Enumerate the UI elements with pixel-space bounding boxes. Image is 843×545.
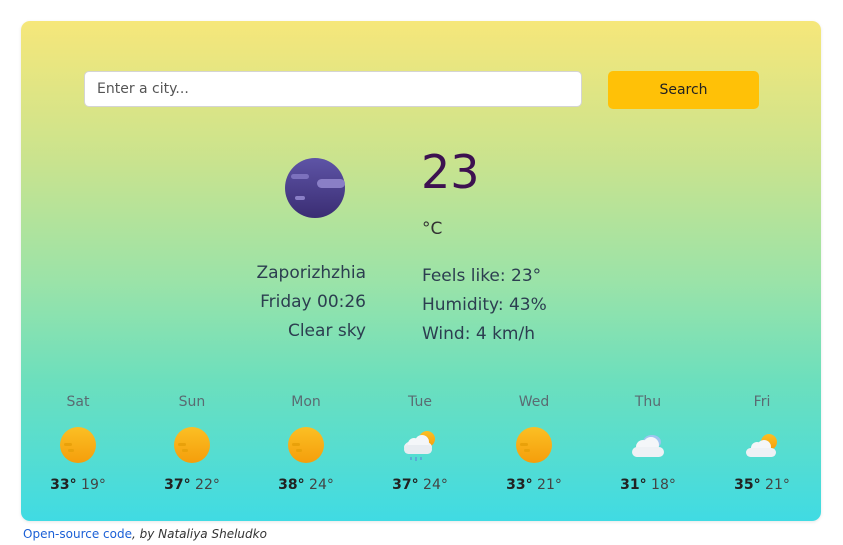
forecast-min-temp: 24° (423, 477, 448, 493)
sun-icon (288, 427, 324, 463)
forecast-max-temp: 38° (278, 477, 305, 493)
humidity: Humidity: 43% (422, 295, 547, 315)
city-name: Zaporizhzhia (256, 263, 366, 283)
forecast-max-temp: 33° (50, 477, 77, 493)
forecast-day-name: Thu (634, 394, 662, 410)
open-source-link[interactable]: Open-source code (23, 527, 132, 541)
location-block: Zaporizhzhia Friday 00:26 Clear sky (256, 259, 366, 346)
forecast-day-name: Sun (178, 394, 206, 410)
date-time: Friday 00:26 (260, 292, 366, 312)
cloud-icon (632, 435, 664, 457)
current-temperature: 23 (421, 145, 480, 199)
forecast-day: Thu 31° 18° (598, 393, 698, 493)
forecast-min-temp: 19° (81, 477, 106, 493)
forecast-day-name: Tue (408, 394, 432, 410)
forecast-min-temp: 22° (195, 477, 220, 493)
forecast-day: Fri 35° 21° (712, 393, 812, 493)
sun-icon (60, 427, 96, 463)
forecast-max-temp: 37° (392, 477, 419, 493)
forecast-day-name: Mon (291, 394, 321, 410)
forecast-row: Sat 33° 19° Sun 37° 22° Mon 38° 24° Tue … (21, 393, 821, 503)
weather-card: Search 23 °C Zaporizhzhia Friday 00:26 C… (21, 21, 821, 521)
sun-icon (174, 427, 210, 463)
forecast-max-temp: 33° (506, 477, 533, 493)
weather-details: Feels like: 23° Humidity: 43% Wind: 4 km… (422, 262, 547, 349)
forecast-max-temp: 35° (734, 477, 761, 493)
forecast-day-name: Wed (518, 394, 550, 410)
feels-like: Feels like: 23° (422, 266, 542, 286)
sun-icon (516, 427, 552, 463)
author-credit: , by Nataliya Sheludko (131, 527, 267, 541)
forecast-day-name: Sat (66, 394, 90, 410)
forecast-min-temp: 24° (309, 477, 334, 493)
forecast-min-temp: 21° (537, 477, 562, 493)
forecast-day: Wed 33° 21° (484, 393, 584, 493)
footer: Open-source code, by Nataliya Sheludko (23, 527, 267, 541)
forecast-max-temp: 31° (620, 477, 647, 493)
forecast-day-name: Fri (753, 394, 771, 410)
forecast-min-temp: 18° (651, 477, 676, 493)
forecast-day: Mon 38° 24° (256, 393, 356, 493)
weather-description: Clear sky (287, 321, 366, 341)
search-input[interactable] (84, 71, 582, 107)
forecast-day: Tue 37° 24° (370, 393, 470, 493)
cloud-rain-sun-icon (404, 431, 435, 461)
forecast-min-temp: 21° (765, 477, 790, 493)
night-clear-moon-icon (285, 158, 345, 218)
temperature-unit[interactable]: °C (422, 219, 442, 239)
forecast-day: Sun 37° 22° (142, 393, 242, 493)
search-button[interactable]: Search (608, 71, 759, 109)
cloud-sun-icon (746, 434, 777, 457)
forecast-day: Sat 33° 19° (28, 393, 128, 493)
forecast-max-temp: 37° (164, 477, 191, 493)
wind-speed: Wind: 4 km/h (422, 324, 535, 344)
